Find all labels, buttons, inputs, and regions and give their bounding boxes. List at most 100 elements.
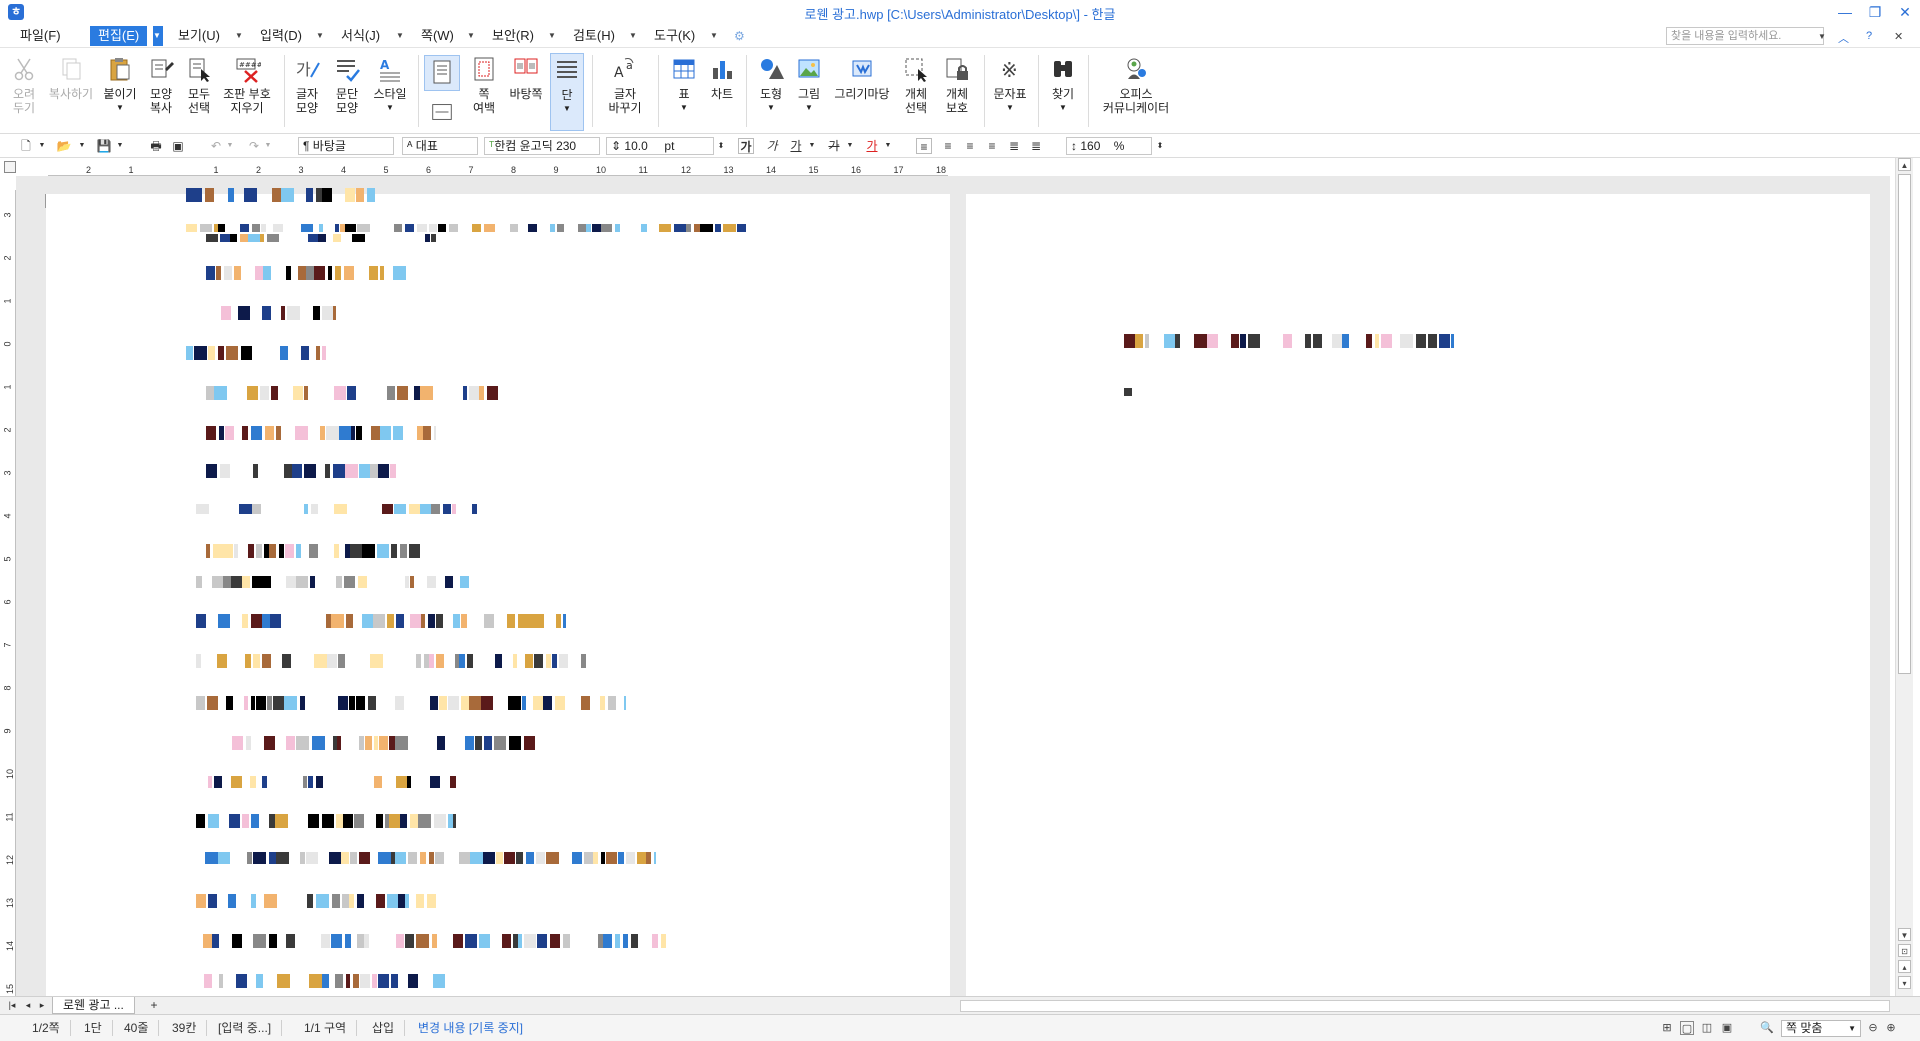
symbols-button[interactable]: ※ 문자표 ▼	[990, 53, 1030, 115]
menu-view-arrow-icon[interactable]: ▼	[235, 26, 243, 46]
zoom-in-icon[interactable]: ⊕	[1884, 1021, 1898, 1035]
tab-first-icon[interactable]: |◂	[4, 997, 20, 1013]
align-center-icon[interactable]: ≡	[962, 138, 978, 154]
view-page-icon[interactable]: ▢	[1680, 1021, 1694, 1035]
office-communicator-button[interactable]: 오피스 커뮤니케이터	[1096, 53, 1176, 115]
menu-file[interactable]: 파일(F)	[12, 26, 69, 46]
align-left-icon[interactable]: ≡	[940, 138, 956, 154]
help-button[interactable]: ?	[1866, 30, 1872, 42]
align-justify-icon[interactable]: ≡	[916, 138, 932, 154]
page-up-icon[interactable]: ▴	[1898, 960, 1911, 973]
page-border-button[interactable]	[428, 99, 456, 127]
line-spacing-select[interactable]: ↕ 160 %	[1066, 137, 1152, 155]
italic-button[interactable]: 가	[764, 138, 780, 154]
menu-insert-arrow-icon[interactable]: ▼	[316, 26, 324, 46]
cut-button[interactable]: 오려 두기	[8, 53, 40, 115]
column-button[interactable]: 단 ▼	[550, 53, 584, 131]
close-doc-icon[interactable]: ✕	[1894, 30, 1903, 43]
close-button[interactable]: ✕	[1890, 0, 1920, 24]
table-button[interactable]: 표 ▼	[666, 53, 702, 115]
drawing-market-button[interactable]: 그리기마당	[830, 53, 894, 101]
open-dropdown-icon[interactable]: ▼	[74, 138, 90, 154]
zoom-select[interactable]: 쪽 맞춤 ▼	[1781, 1020, 1861, 1037]
scroll-up-icon[interactable]: ▲	[1898, 158, 1911, 171]
strike-button[interactable]: 가	[826, 138, 842, 154]
zoom-out-icon[interactable]: ⊖	[1866, 1021, 1880, 1035]
underline-button[interactable]: 가	[788, 138, 804, 154]
view-multi-page-icon[interactable]: ▣	[1720, 1021, 1734, 1035]
char-shape-button[interactable]: 가 글자 모양	[292, 53, 322, 115]
new-tab-icon[interactable]: +	[146, 997, 162, 1013]
menu-security[interactable]: 보안(R)	[484, 26, 542, 46]
align-distribute-icon[interactable]: ≣	[1006, 138, 1022, 154]
paste-button[interactable]: 붙이기 ▼	[102, 53, 138, 115]
picture-button[interactable]: 그림 ▼	[792, 53, 826, 115]
status-page[interactable]: 1/2쪽	[22, 1020, 71, 1036]
format-copy-button[interactable]: 모양 복사	[146, 53, 176, 115]
print-preview-icon[interactable]: ▣	[170, 138, 186, 154]
strike-dropdown-icon[interactable]: ▼	[842, 138, 858, 154]
menu-page-arrow-icon[interactable]: ▼	[467, 26, 475, 46]
bold-button[interactable]: 가	[738, 138, 754, 154]
ruler-corner-button[interactable]	[4, 161, 16, 173]
symbols-dropdown-icon[interactable]: ▼	[990, 101, 1030, 115]
horizontal-scrollbar[interactable]	[960, 1000, 1890, 1012]
tab-next-icon[interactable]: ▸	[34, 997, 50, 1013]
font-select[interactable]: ᵀ한컴 윤고딕 230	[484, 137, 600, 155]
picture-dropdown-icon[interactable]: ▼	[792, 101, 826, 115]
status-insert-mode[interactable]: 삽입	[362, 1020, 406, 1036]
open-folder-icon[interactable]: 📂	[56, 138, 72, 154]
print-icon[interactable]: 🖶	[148, 138, 164, 154]
background-page-button[interactable]: 바탕쪽	[506, 53, 546, 101]
shape-dropdown-icon[interactable]: ▼	[754, 101, 788, 115]
zoom-search-icon[interactable]: 🔍	[1760, 1021, 1774, 1035]
search-input[interactable]: 찾을 내용을 입력하세요.	[1666, 27, 1824, 45]
save-icon[interactable]: 💾	[96, 138, 112, 154]
view-normal-icon[interactable]: ⊞	[1660, 1021, 1674, 1035]
font-size-spinner-icon[interactable]: ⬍	[713, 138, 729, 154]
menu-edit[interactable]: 편집(E)	[90, 26, 148, 46]
select-all-button[interactable]: 모두 선택	[184, 53, 214, 115]
collapse-ribbon-icon[interactable]: ︿	[1838, 30, 1849, 46]
prev-page-icon[interactable]: ⊡	[1898, 944, 1911, 957]
horizontal-ruler[interactable]: 2 1 1 2 3 4 5 6 7 8 9 10 11 12 13 14 15 16 17 18	[48, 160, 948, 176]
find-button[interactable]: 찾기 ▼	[1046, 53, 1080, 115]
copy-button[interactable]: 복사하기	[46, 53, 96, 101]
column-dropdown-icon[interactable]: ▼	[551, 102, 583, 116]
language-select[interactable]: ᴬ 대표	[402, 137, 478, 155]
align-right-icon[interactable]: ≡	[984, 138, 1000, 154]
menu-review-arrow-icon[interactable]: ▼	[629, 26, 637, 46]
document-workspace[interactable]	[16, 176, 1890, 1028]
underline-dropdown-icon[interactable]: ▼	[804, 138, 820, 154]
page-layout-button[interactable]	[424, 55, 460, 91]
style-button[interactable]: A 스타일 ▼	[370, 53, 410, 115]
new-dropdown-icon[interactable]: ▼	[34, 138, 50, 154]
document-tab[interactable]: 로웬 광고 ...	[52, 997, 135, 1014]
style-select[interactable]: ¶ 바탕글	[298, 137, 394, 155]
menu-tools[interactable]: 도구(K)	[646, 26, 703, 46]
save-dropdown-icon[interactable]: ▼	[112, 138, 128, 154]
align-divide-icon[interactable]: ≣	[1028, 138, 1044, 154]
object-select-button[interactable]: 개체 선택	[898, 53, 934, 115]
object-protect-button[interactable]: 개체 보호	[938, 53, 976, 115]
page-down-icon[interactable]: ▾	[1898, 976, 1911, 989]
replace-char-button[interactable]: Aa 글자 바꾸기	[600, 53, 650, 115]
menu-format[interactable]: 서식(J)	[333, 26, 388, 46]
find-dropdown-icon[interactable]: ▼	[1046, 101, 1080, 115]
search-dropdown-icon[interactable]: ▼	[1818, 32, 1826, 41]
menu-format-arrow-icon[interactable]: ▼	[396, 26, 404, 46]
redo-dropdown-icon[interactable]: ▼	[260, 138, 276, 154]
vertical-ruler[interactable]: 3 2 1 0 1 2 3 4 5 6 7 8 9 10 11 12 13 14 15	[0, 190, 16, 1000]
font-color-dropdown-icon[interactable]: ▼	[880, 138, 896, 154]
vertical-scrollbar[interactable]: ▲ ▼ ⊡ ▴ ▾	[1895, 158, 1913, 996]
menu-page[interactable]: 쪽(W)	[413, 26, 462, 46]
table-dropdown-icon[interactable]: ▼	[666, 101, 702, 115]
menu-tools-arrow-icon[interactable]: ▼	[710, 26, 718, 46]
undo-dropdown-icon[interactable]: ▼	[222, 138, 238, 154]
shape-button[interactable]: 도형 ▼	[754, 53, 788, 115]
minimize-button[interactable]: —	[1830, 0, 1860, 24]
menu-review[interactable]: 검토(H)	[565, 26, 623, 46]
font-size-select[interactable]: ⇕ 10.0 pt	[606, 137, 714, 155]
menu-edit-arrow-icon[interactable]: ▼	[153, 26, 163, 46]
para-shape-button[interactable]: 문단 모양	[332, 53, 362, 115]
